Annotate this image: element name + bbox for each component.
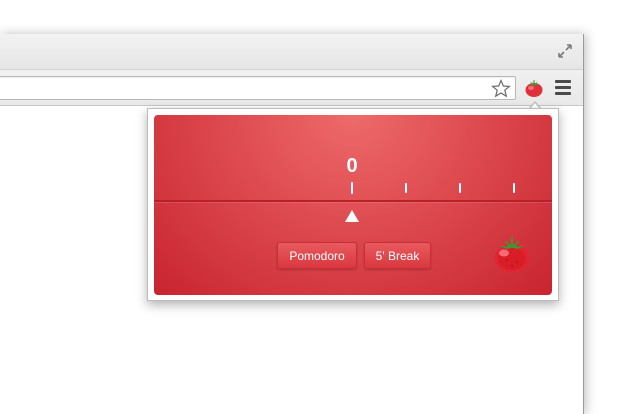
pomodoro-popup: 0 Pomodoro 5' Break — [147, 108, 559, 301]
timer-pointer-icon — [345, 210, 359, 222]
browser-toolbar — [0, 70, 583, 106]
timer-panel: 0 Pomodoro 5' Break — [154, 115, 552, 295]
tomato-logo-icon — [495, 237, 529, 272]
title-bar — [0, 34, 583, 70]
restore-window-icon[interactable] — [557, 43, 573, 59]
timer-track[interactable] — [154, 200, 552, 202]
timer-tick — [513, 183, 515, 193]
pomodoro-extension-button[interactable] — [522, 76, 546, 100]
hamburger-menu-icon[interactable] — [555, 80, 571, 96]
tomato-icon — [525, 79, 543, 97]
star-icon[interactable] — [491, 79, 511, 98]
timer-minutes-label: 0 — [346, 155, 358, 177]
pomodoro-button[interactable]: Pomodoro — [277, 242, 357, 269]
timer-tick-major — [351, 182, 353, 194]
address-bar[interactable] — [0, 76, 516, 100]
timer-tick — [405, 183, 407, 193]
timer-tick — [459, 183, 461, 193]
break-button[interactable]: 5' Break — [364, 242, 431, 269]
